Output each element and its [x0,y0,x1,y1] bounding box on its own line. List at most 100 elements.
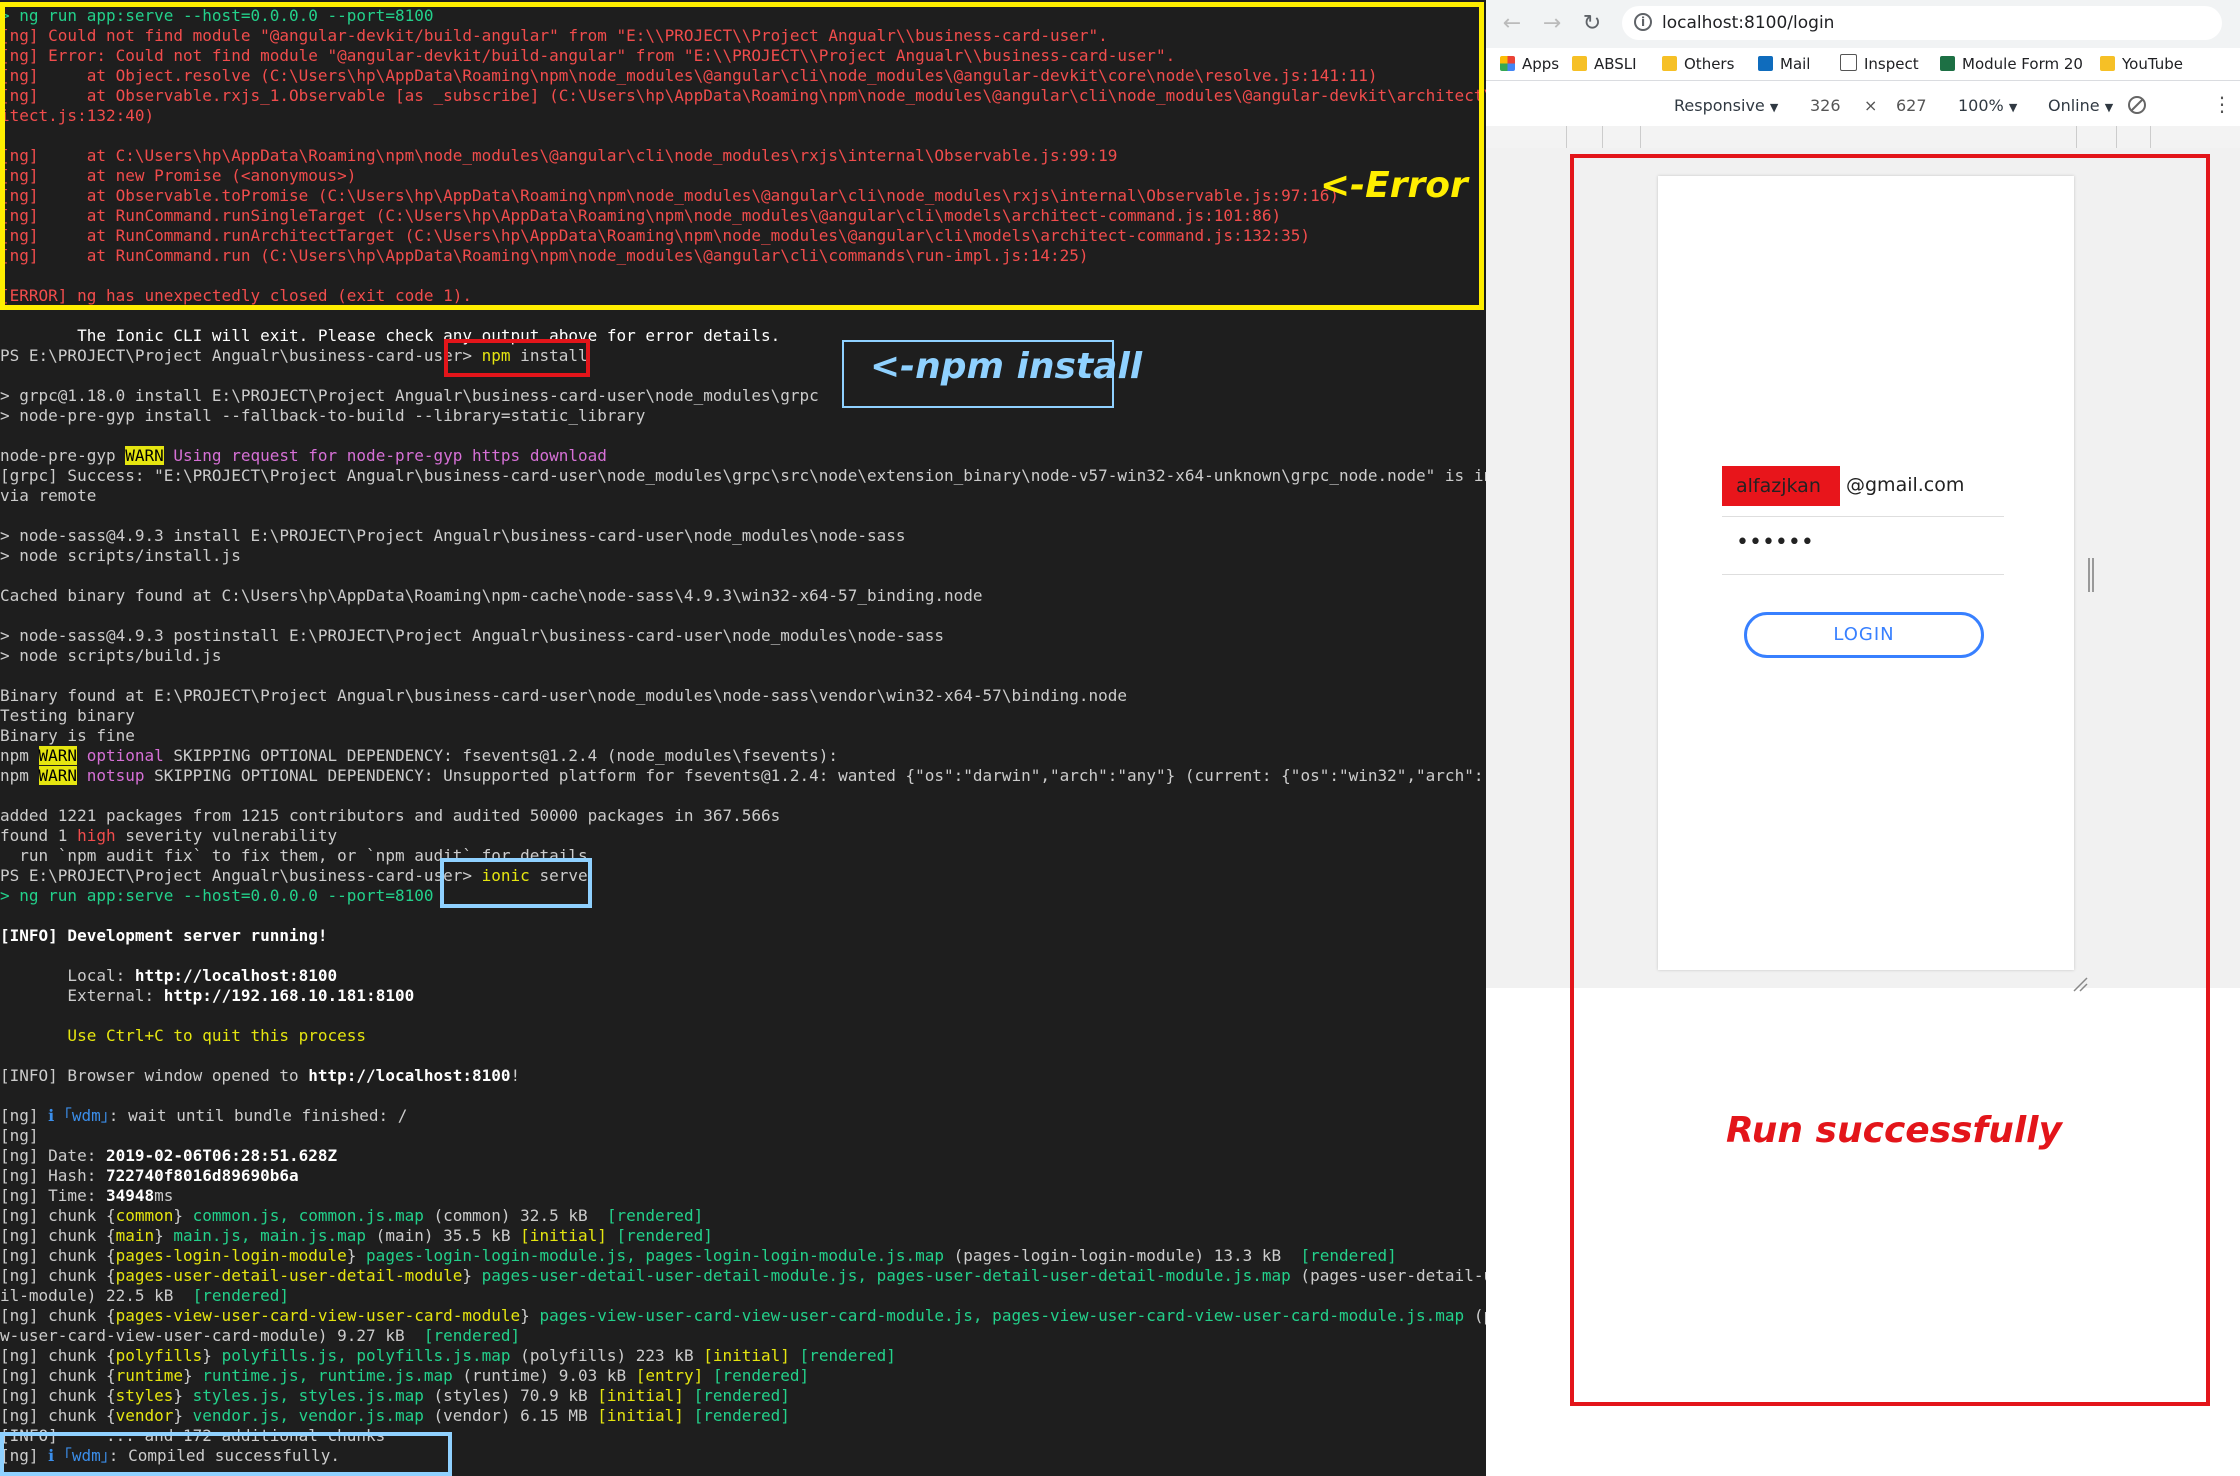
terminal-text: > node scripts/install.js [0,546,241,565]
folder-icon [1662,56,1677,71]
terminal-line: npm WARN notsup SKIPPING OPTIONAL DEPEND… [0,766,1486,786]
terminal-line: node-pre-gyp WARN Using request for node… [0,446,1486,466]
terminal-text: > ng run app:serve --host=0.0.0.0 --port… [0,886,434,905]
back-arrow-icon[interactable]: ← [1498,10,1526,38]
terminal-text: pages-user-detail-user-detail-module.js,… [481,1266,1291,1285]
terminal-text: Testing binary [0,706,135,725]
outlook-icon [1758,56,1773,71]
terminal-line: [ng] chunk {styles} styles.js, styles.js… [0,1386,1486,1406]
terminal-line: w-user-card-view-user-card-module) 9.27 … [0,1326,1486,1346]
excel-icon [1940,56,1955,71]
terminal-text: } [520,1306,540,1325]
bookmarks-bar: Apps ABSLI Others Mail Inspect Module Form 20… [1486,48,2240,81]
bookmark-label: Mail [1780,55,1811,73]
terminal-line: Use Ctrl+C to quit this process [0,1026,1486,1046]
device-toolbar: Responsive ▼ 326 × 627 100% ▼ Online ▼ ⋮ [1486,88,2240,127]
error-annotation: <-Error [1320,165,1468,206]
network-select[interactable]: Online ▼ [2048,96,2113,115]
device-label: Responsive [1674,96,1765,115]
terminal-text: [ng] Hash: [0,1166,106,1185]
terminal-text: [rendered] [1300,1246,1397,1265]
terminal-line: > node-pre-gyp install --fallback-to-bui… [0,406,1486,426]
zoom-select[interactable]: 100% ▼ [1958,96,2017,115]
terminal-text: [ng] Time: [0,1186,106,1205]
terminal-text: main.js, main.js.map [173,1226,367,1245]
terminal-text: [rendered] [799,1346,896,1365]
more-options-icon[interactable]: ⋮ [2212,92,2232,116]
bookmark-apps[interactable]: Apps [1500,54,1559,74]
viewport-width-input[interactable]: 326 [1810,96,1841,115]
rotate-icon[interactable] [2126,94,2148,120]
terminal-text: } [183,1366,203,1385]
terminal-text: (vendor) 6.15 MB [423,1406,598,1425]
bookmark-youtube[interactable]: YouTube [2100,54,2183,74]
terminal-text: [ng] [0,1126,39,1145]
terminal-line: [ng] ℹ ｢wdm｣: wait until bundle finished… [0,1106,1486,1126]
terminal-text: [ng] chunk { [0,1206,116,1225]
terminal-line: [ng] Hash: 722740f8016d89690b6a [0,1166,1486,1186]
terminal-text: Use Ctrl+C to quit this process [0,1026,367,1045]
terminal-text: [ng] chunk { [0,1266,116,1285]
bookmark-inspect[interactable]: Inspect [1840,54,1919,74]
info-icon[interactable]: i [1634,13,1652,31]
terminal-line: Local: http://localhost:8100 [0,966,1486,986]
terminal-text: (main) 35.5 kB [366,1226,521,1245]
terminal-line: > node-sass@4.9.3 postinstall E:\PROJECT… [0,626,1486,646]
terminal-text: 2019-02-06T06:28:51.628Z [105,1146,338,1165]
terminal-line: [ng] chunk {vendor} vendor.js, vendor.js… [0,1406,1486,1426]
terminal-line: > node-sass@4.9.3 install E:\PROJECT\Pro… [0,526,1486,546]
terminal-text: main [115,1226,155,1245]
terminal-text: > grpc@1.18.0 install E:\PROJECT\Project… [0,386,819,405]
npm-install-annotation: <-npm install [870,346,1143,387]
terminal-text: } [202,1346,222,1365]
terminal-line: [ng] chunk {polyfills} polyfills.js, pol… [0,1346,1486,1366]
bookmark-others[interactable]: Others [1662,54,1734,74]
terminal-text: [initial] [597,1406,684,1425]
terminal-line: > grpc@1.18.0 install E:\PROJECT\Project… [0,386,1486,406]
terminal-text: (pages-vie [1473,1306,1486,1325]
terminal-line: Binary found at E:\PROJECT\Project Angua… [0,686,1486,706]
forward-arrow-icon[interactable]: → [1538,10,1566,38]
terminal-text: SKIPPING OPTIONAL DEPENDENCY: Unsupporte… [144,766,1486,785]
terminal-text: Using request for node-pre-gyp https dow… [163,446,607,465]
terminal-line: Binary is fine [0,726,1486,746]
terminal-text: WARN [125,446,164,465]
terminal-text: [rendered] [192,1286,289,1305]
terminal-text: via remote [0,486,97,505]
terminal-text: pages-view-user-card-view-user-card-modu… [539,1306,1465,1325]
terminal-text: [entry] [635,1366,704,1385]
network-label: Online [2048,96,2100,115]
device-select[interactable]: Responsive ▼ [1674,96,1778,115]
terminal-text: [rendered] [693,1386,790,1405]
terminal-text: npm [0,746,39,765]
terminal-text: } [154,1226,174,1245]
terminal-line: PS E:\PROJECT\Project Angualr\business-c… [0,346,1486,366]
terminal-text: } [173,1386,193,1405]
address-bar[interactable]: i localhost:8100/login [1622,6,2222,40]
terminal-text: severity vulnerability [115,826,338,845]
terminal-text: [ng] chunk { [0,1226,116,1245]
bookmark-label: Inspect [1864,55,1919,73]
bookmark-mail[interactable]: Mail [1758,54,1810,74]
terminal-text: il-module) 22.5 kB [0,1286,193,1305]
folder-icon [1572,56,1587,71]
terminal-line: [grpc] Success: "E:\PROJECT\Project Angu… [0,466,1486,486]
browser-toolbar: ← → ↻ i localhost:8100/login [1486,0,2240,48]
bookmark-absli[interactable]: ABSLI [1572,54,1637,74]
terminal-text: [ng] chunk { [0,1346,116,1365]
reload-icon[interactable]: ↻ [1578,10,1606,38]
terminal-text: [rendered] [616,1226,713,1245]
terminal-line: il-module) 22.5 kB [rendered] [0,1286,1486,1306]
terminal-line: [INFO] Development server running! [0,926,1486,946]
terminal-text: ms [154,1186,174,1205]
terminal-text: } [346,1246,367,1265]
viewport-height-input[interactable]: 627 [1896,96,1927,115]
bookmark-module-form-20[interactable]: Module Form 20 [1940,54,2083,74]
terminal-text: pages-view-user-card-view-user-card-modu… [115,1306,521,1325]
browser-window: ← → ↻ i localhost:8100/login Apps ABSLI Ot… [1486,0,2240,1476]
terminal-text: [ng] [0,1106,49,1125]
